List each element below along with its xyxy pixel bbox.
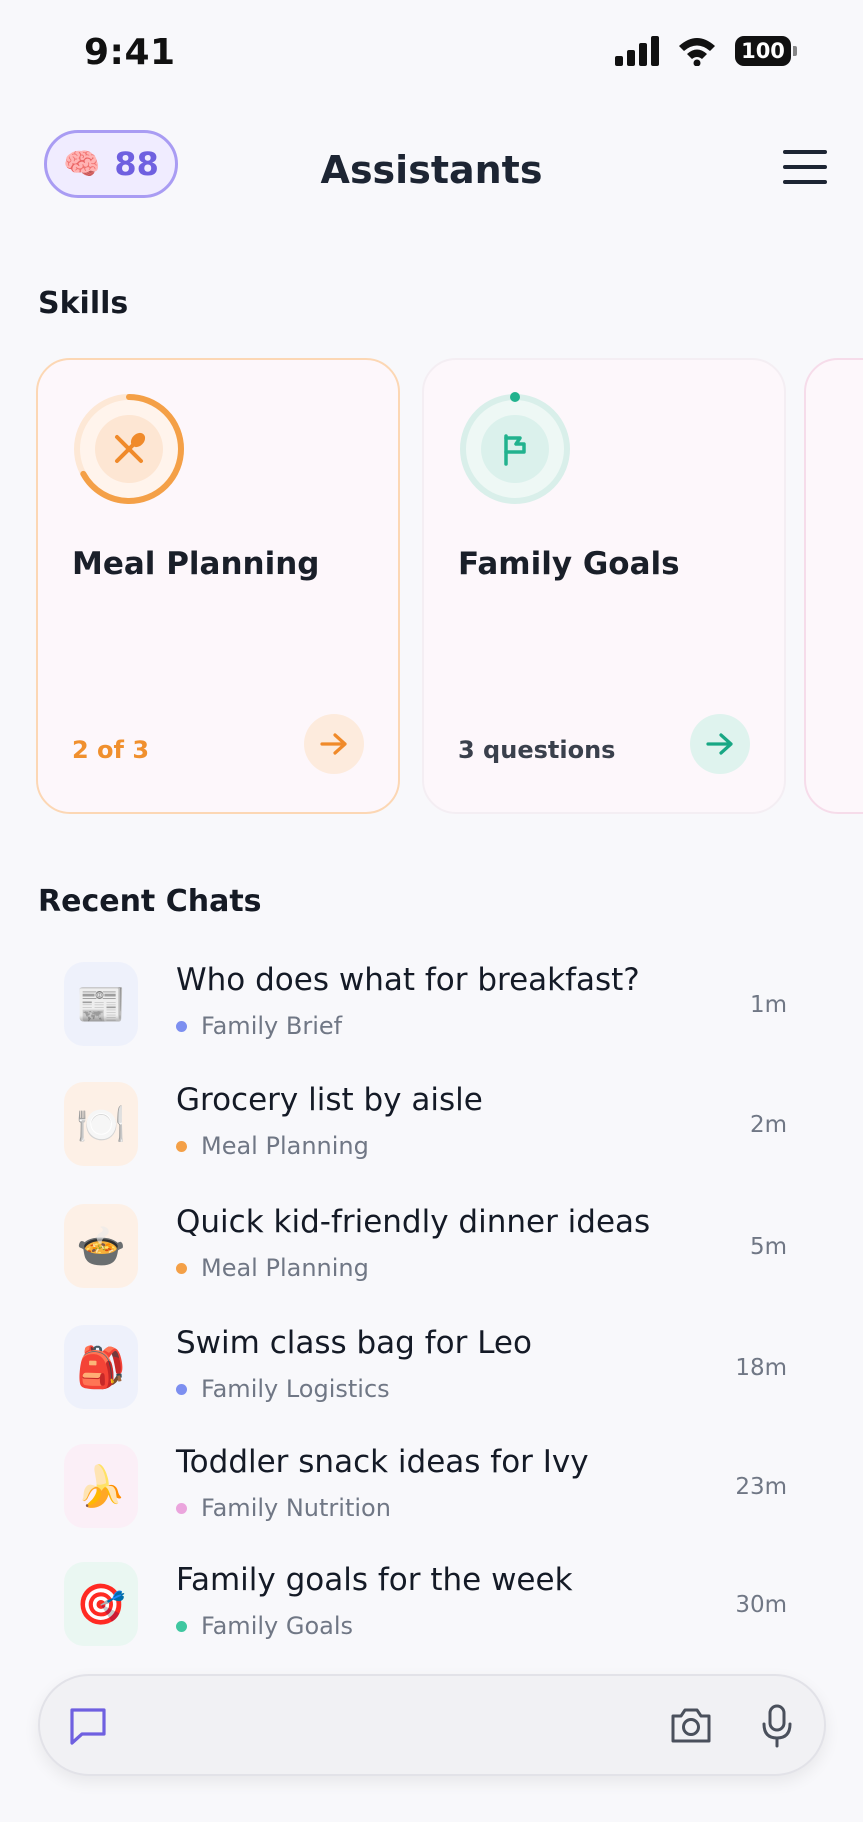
- category-dot: [176, 1502, 187, 1514]
- cooking-pot-icon: 🍲: [64, 1204, 138, 1288]
- newspaper-icon: 📰: [64, 962, 138, 1046]
- signal-icon: [615, 36, 659, 66]
- chat-category-label: Family Logistics: [201, 1375, 390, 1403]
- hamburger-menu-icon[interactable]: [783, 150, 827, 184]
- chat-category-label: Family Brief: [201, 1012, 343, 1040]
- camera-icon[interactable]: [670, 1706, 712, 1744]
- arrow-right-icon: [706, 733, 733, 755]
- skills-carousel[interactable]: Meal Planning 2 of 3 Family Goals 3 ques…: [36, 358, 863, 816]
- chat-category: Meal Planning: [176, 1254, 369, 1282]
- arrow-right-icon: [320, 733, 347, 755]
- chat-category-label: Meal Planning: [201, 1132, 369, 1160]
- skill-progress-text: 2 of 3: [72, 736, 150, 764]
- chat-category-label: Family Goals: [201, 1612, 354, 1640]
- chat-title: Who does what for breakfast?: [176, 962, 640, 998]
- backpack-icon: 🎒: [64, 1325, 138, 1409]
- chat-category: Meal Planning: [176, 1132, 369, 1160]
- chat-title: Grocery list by aisle: [176, 1082, 483, 1118]
- chat-item[interactable]: 🍽️ Grocery list by aisle Meal Planning 2…: [0, 1082, 863, 1192]
- meal-progress-ring: [74, 394, 184, 504]
- page-title: Assistants: [320, 148, 543, 192]
- chat-category-label: Family Nutrition: [201, 1494, 391, 1522]
- target-icon: 🎯: [64, 1562, 138, 1646]
- chat-category-label: Meal Planning: [201, 1254, 369, 1282]
- chat-time: 30m: [735, 1592, 787, 1618]
- open-family-goals-button[interactable]: [690, 714, 750, 774]
- category-dot: [176, 1262, 187, 1274]
- chat-time: 18m: [735, 1355, 787, 1381]
- category-dot: [176, 1140, 187, 1152]
- chat-title: Swim class bag for Leo: [176, 1325, 532, 1361]
- skill-name: Family Goals: [458, 546, 680, 582]
- status-time: 9:41: [84, 32, 176, 73]
- chat-category: Family Brief: [176, 1012, 342, 1040]
- status-icons: 100: [615, 36, 797, 66]
- category-dot: [176, 1383, 187, 1395]
- battery-icon: 100: [735, 36, 797, 66]
- chat-title: Toddler snack ideas for Ivy: [176, 1444, 589, 1480]
- chat-input-bar[interactable]: [38, 1674, 826, 1776]
- plate-cutlery-icon: 🍽️: [64, 1082, 138, 1166]
- chat-bubble-icon[interactable]: [68, 1706, 108, 1746]
- wifi-icon: [679, 38, 715, 66]
- chat-time: 2m: [749, 1112, 787, 1138]
- open-meal-planning-button[interactable]: [304, 714, 364, 774]
- chat-item[interactable]: 🎯 Family goals for the week Family Goals…: [0, 1562, 863, 1672]
- skill-name: Meal Planning: [72, 546, 320, 582]
- chat-category: Family Nutrition: [176, 1494, 391, 1522]
- category-dot: [176, 1020, 187, 1032]
- goals-progress-ring: [460, 392, 570, 504]
- status-bar: 9:41 100: [0, 0, 863, 100]
- skill-card-family-goals[interactable]: Family Goals 3 questions: [422, 358, 786, 814]
- chat-item[interactable]: 🍌 Toddler snack ideas for Ivy Family Nut…: [0, 1444, 863, 1554]
- skill-card-partial[interactable]: [804, 358, 863, 814]
- app-header: 🧠 88 Assistants: [0, 120, 863, 220]
- chat-item[interactable]: 🍲 Quick kid-friendly dinner ideas Meal P…: [0, 1204, 863, 1314]
- chat-time: 1m: [749, 992, 787, 1018]
- chat-category: Family Goals: [176, 1612, 353, 1640]
- microphone-icon[interactable]: [760, 1704, 794, 1748]
- skill-questions-count: 3 questions: [458, 736, 616, 764]
- chat-category: Family Logistics: [176, 1375, 390, 1403]
- chat-title: Family goals for the week: [176, 1562, 573, 1598]
- recent-chats-title: Recent Chats: [38, 884, 262, 919]
- chat-item[interactable]: 🎒 Swim class bag for Leo Family Logistic…: [0, 1325, 863, 1435]
- fruit-bowl-icon: 🍌: [64, 1444, 138, 1528]
- chat-time: 5m: [749, 1234, 787, 1260]
- chat-title: Quick kid-friendly dinner ideas: [176, 1204, 651, 1240]
- chat-item[interactable]: 📰 Who does what for breakfast? Family Br…: [0, 962, 863, 1072]
- battery-level: 100: [735, 36, 791, 66]
- chat-time: 23m: [735, 1474, 787, 1500]
- skill-card-meal-planning[interactable]: Meal Planning 2 of 3: [36, 358, 400, 814]
- category-dot: [176, 1620, 187, 1632]
- skills-section-title: Skills: [38, 286, 129, 321]
